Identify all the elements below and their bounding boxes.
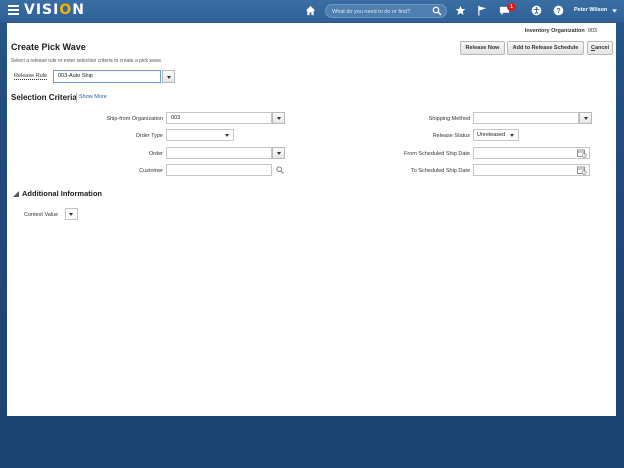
order-input[interactable]: [166, 147, 272, 159]
collapse-triangle-icon[interactable]: [13, 191, 19, 197]
vision-logo[interactable]: VISION: [24, 2, 85, 18]
favorites-star-icon[interactable]: [455, 5, 466, 16]
chevron-down-icon: [167, 76, 171, 79]
to-scheduled-ship-date-input[interactable]: [473, 164, 590, 176]
release-rule-label: Release Rule: [14, 73, 48, 80]
menu-icon[interactable]: [8, 5, 19, 15]
context-value-label: Context Value: [24, 212, 59, 218]
global-search-input[interactable]: [332, 6, 428, 17]
release-rule-dropdown-button[interactable]: [162, 70, 175, 83]
chevron-down-icon: [510, 134, 514, 137]
selection-criteria-heading: Selection Criteria: [11, 93, 77, 102]
notification-count-badge: 1: [507, 3, 516, 11]
order-type-label: Order Type: [135, 133, 163, 139]
user-menu-name[interactable]: Peter Wilson: [574, 7, 607, 13]
from-scheduled-ship-date-input[interactable]: [473, 147, 590, 159]
chevron-down-icon: [584, 117, 588, 120]
svg-text:?: ?: [556, 6, 561, 15]
release-rule-input[interactable]: 003-Auto Ship: [53, 70, 161, 83]
from-scheduled-ship-date-label: From Scheduled Ship Date: [403, 151, 470, 157]
chevron-down-icon: [277, 152, 281, 155]
help-icon[interactable]: ?: [553, 5, 564, 16]
customer-input[interactable]: [166, 164, 272, 176]
divider: [76, 93, 77, 103]
shipping-method-dropdown-button[interactable]: [579, 112, 592, 124]
order-type-select[interactable]: [166, 129, 234, 141]
search-icon[interactable]: [276, 166, 284, 174]
customer-label: Customer: [139, 168, 163, 174]
order-label: Order: [148, 151, 163, 157]
inventory-org-label: Inventory Organization: [524, 28, 585, 34]
context-value-select[interactable]: [65, 208, 78, 220]
release-status-select[interactable]: Unreleased: [473, 129, 519, 141]
flag-icon[interactable]: [477, 5, 488, 16]
calendar-icon[interactable]: [577, 149, 587, 158]
page-title: Create Pick Wave: [11, 42, 86, 52]
inventory-org-value: 003: [587, 28, 597, 34]
page-instructions: Select a release rule or enter selection…: [11, 58, 163, 64]
to-scheduled-ship-date-label: To Scheduled Ship Date: [410, 168, 470, 174]
search-icon[interactable]: [432, 6, 442, 16]
shipping-method-input[interactable]: [473, 112, 579, 124]
ship-from-organization-input[interactable]: 003: [166, 112, 272, 124]
inventory-organization: Inventory Organization 003: [525, 28, 597, 34]
chevron-down-icon[interactable]: [612, 9, 617, 13]
add-to-release-schedule-button[interactable]: Add to Release Schedule: [507, 41, 584, 55]
create-pick-wave-panel: Inventory Organization 003 Create Pick W…: [7, 23, 616, 416]
release-now-button[interactable]: Release Now: [460, 41, 505, 55]
ship-from-organization-label: Ship-from Organization: [106, 116, 163, 122]
chevron-down-icon: [277, 117, 281, 120]
release-status-value: Unreleased: [477, 132, 506, 138]
order-dropdown-button[interactable]: [272, 147, 285, 159]
cancel-button[interactable]: Cancel: [587, 41, 613, 55]
chevron-down-icon: [69, 213, 73, 216]
release-status-label: Release Status: [432, 133, 470, 139]
global-search[interactable]: [325, 4, 447, 18]
shipping-method-label: Shipping Method: [428, 116, 470, 122]
chevron-down-icon: [225, 134, 229, 137]
ship-from-organization-dropdown-button[interactable]: [272, 112, 285, 124]
accessibility-icon[interactable]: [531, 5, 542, 16]
additional-information-heading[interactable]: Additional Information: [22, 189, 102, 198]
calendar-icon[interactable]: [577, 166, 587, 175]
global-header: VISION 1 ? Peter Wilson: [0, 0, 624, 22]
show-more-link[interactable]: Show More: [79, 94, 107, 100]
home-icon[interactable]: [305, 5, 316, 16]
